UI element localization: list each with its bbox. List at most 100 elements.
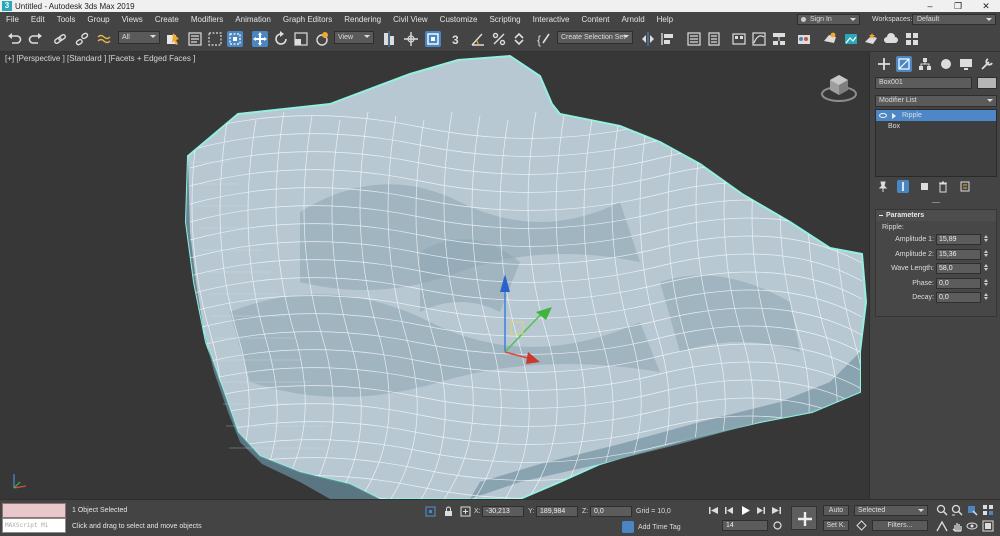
set-key-button[interactable]: Set K. xyxy=(823,520,849,531)
toggle-ribbon-icon[interactable] xyxy=(731,31,747,47)
named-selection-set-dropdown[interactable]: Create Selection Set xyxy=(557,31,633,44)
modify-tab-icon[interactable] xyxy=(896,56,912,72)
spinner-icon[interactable] xyxy=(982,292,990,303)
window-crossing-icon[interactable] xyxy=(227,31,243,47)
autodesk-a360-gallery-icon[interactable] xyxy=(904,31,920,47)
menu-tools[interactable]: Tools xyxy=(51,15,82,24)
expand-arrow-icon[interactable] xyxy=(892,113,896,119)
auto-key-button[interactable]: Auto xyxy=(823,505,849,516)
material-editor-icon[interactable] xyxy=(796,31,812,47)
angle-snap-icon[interactable] xyxy=(470,31,486,47)
pan-view-icon[interactable] xyxy=(951,520,963,532)
zoom-extents-all-icon[interactable] xyxy=(982,504,994,516)
stack-item-box[interactable]: Box xyxy=(876,121,996,132)
menu-customize[interactable]: Customize xyxy=(434,15,484,24)
sign-in-dropdown[interactable]: Sign In xyxy=(797,14,860,25)
move-icon[interactable] xyxy=(252,31,268,47)
select-object-icon[interactable] xyxy=(165,31,181,47)
scale-icon[interactable] xyxy=(293,31,309,47)
set-key-icon[interactable] xyxy=(791,506,817,530)
make-unique-icon[interactable] xyxy=(919,180,931,193)
next-frame-icon[interactable] xyxy=(755,505,766,516)
x-coordinate-field[interactable]: -30,213 xyxy=(482,506,524,517)
minimize-button[interactable]: – xyxy=(916,0,944,12)
z-coordinate-field[interactable]: 0,0 xyxy=(590,506,632,517)
reference-coordinate-dropdown[interactable]: View xyxy=(334,31,374,44)
menu-rendering[interactable]: Rendering xyxy=(338,15,387,24)
keyboard-shortcut-override-icon[interactable] xyxy=(425,31,441,47)
utilities-tab-icon[interactable] xyxy=(979,56,995,72)
go-to-start-icon[interactable] xyxy=(708,505,719,516)
key-mode-toggle-icon[interactable] xyxy=(772,520,783,531)
viewcube-icon[interactable] xyxy=(818,64,860,106)
menu-help[interactable]: Help xyxy=(651,15,679,24)
spinner-snap-icon[interactable] xyxy=(511,31,527,47)
menu-arnold[interactable]: Arnold xyxy=(616,15,651,24)
redo-icon[interactable] xyxy=(28,31,44,47)
object-color-swatch[interactable] xyxy=(977,77,997,89)
selection-filter-dropdown[interactable]: All xyxy=(118,31,160,44)
pin-stack-icon[interactable] xyxy=(877,180,889,193)
hierarchy-tab-icon[interactable] xyxy=(917,56,933,72)
previous-frame-icon[interactable] xyxy=(724,505,735,516)
toggle-layer-explorer-icon[interactable] xyxy=(706,31,722,47)
workspace-dropdown[interactable]: Default xyxy=(912,14,996,25)
menu-scripting[interactable]: Scripting xyxy=(483,15,526,24)
orbit-icon[interactable] xyxy=(966,520,978,532)
motion-tab-icon[interactable] xyxy=(938,56,954,72)
close-button[interactable]: ✕ xyxy=(972,0,1000,12)
amplitude-2-field[interactable]: 15,36 xyxy=(936,248,981,260)
menu-views[interactable]: Views xyxy=(116,15,149,24)
rotate-icon[interactable] xyxy=(273,31,289,47)
menu-interactive[interactable]: Interactive xyxy=(527,15,576,24)
unlink-icon[interactable] xyxy=(74,31,90,47)
wave-length-field[interactable]: 58,0 xyxy=(936,263,981,274)
menu-file[interactable]: File xyxy=(0,15,25,24)
y-coordinate-field[interactable]: 189,984 xyxy=(536,506,578,517)
menu-group[interactable]: Group xyxy=(81,15,115,24)
field-of-view-icon[interactable] xyxy=(936,520,948,532)
selection-lock-icon[interactable] xyxy=(443,506,454,517)
maxscript-listener[interactable]: MAXScript Mi xyxy=(2,503,66,533)
display-tab-icon[interactable] xyxy=(958,56,974,72)
absolute-mode-icon[interactable] xyxy=(460,506,471,517)
time-tag-icon[interactable] xyxy=(622,521,634,533)
spinner-icon[interactable] xyxy=(982,249,990,260)
show-end-result-icon[interactable] xyxy=(897,180,909,193)
toggle-scene-explorer-icon[interactable] xyxy=(686,31,702,47)
current-frame-field[interactable]: 14 xyxy=(722,520,768,531)
edit-named-selection-icon[interactable]: { xyxy=(536,31,552,47)
bind-space-warp-icon[interactable] xyxy=(96,31,112,47)
align-icon[interactable] xyxy=(660,31,676,47)
go-to-end-icon[interactable] xyxy=(771,505,782,516)
modifier-list-dropdown[interactable]: Modifier List xyxy=(875,95,997,107)
maxscript-output[interactable] xyxy=(2,503,66,518)
render-setup-icon[interactable] xyxy=(822,31,838,47)
menu-create[interactable]: Create xyxy=(149,15,185,24)
zoom-icon[interactable] xyxy=(936,504,948,516)
mirror-icon[interactable] xyxy=(640,31,656,47)
panel-divider[interactable] xyxy=(932,202,940,203)
phase-field[interactable]: 0,0 xyxy=(936,277,981,289)
add-time-tag[interactable]: Add Time Tag xyxy=(638,524,681,531)
snaps-toggle-icon[interactable]: 3 xyxy=(449,31,465,47)
maximize-viewport-icon[interactable] xyxy=(982,520,994,532)
curve-editor-icon[interactable] xyxy=(751,31,767,47)
key-filter-selection-dropdown[interactable]: Selected xyxy=(854,505,928,516)
maximize-button[interactable]: ❐ xyxy=(944,0,972,12)
spinner-icon[interactable] xyxy=(982,263,990,274)
render-in-cloud-icon[interactable] xyxy=(883,31,899,47)
rectangular-selection-icon[interactable] xyxy=(207,31,223,47)
viewport-label[interactable]: [+] [Perspective ] [Standard ] [Facets +… xyxy=(5,54,195,63)
select-and-manipulate-icon[interactable] xyxy=(403,31,419,47)
menu-modifiers[interactable]: Modifiers xyxy=(185,15,229,24)
percent-snap-icon[interactable] xyxy=(491,31,507,47)
render-production-icon[interactable] xyxy=(863,31,879,47)
menu-graph-editors[interactable]: Graph Editors xyxy=(277,15,338,24)
menu-edit[interactable]: Edit xyxy=(25,15,51,24)
link-icon[interactable] xyxy=(52,31,68,47)
eye-icon[interactable] xyxy=(879,113,887,118)
spinner-icon[interactable] xyxy=(982,278,990,289)
place-icon[interactable] xyxy=(314,31,330,47)
decay-field[interactable]: 0,0 xyxy=(936,292,981,303)
